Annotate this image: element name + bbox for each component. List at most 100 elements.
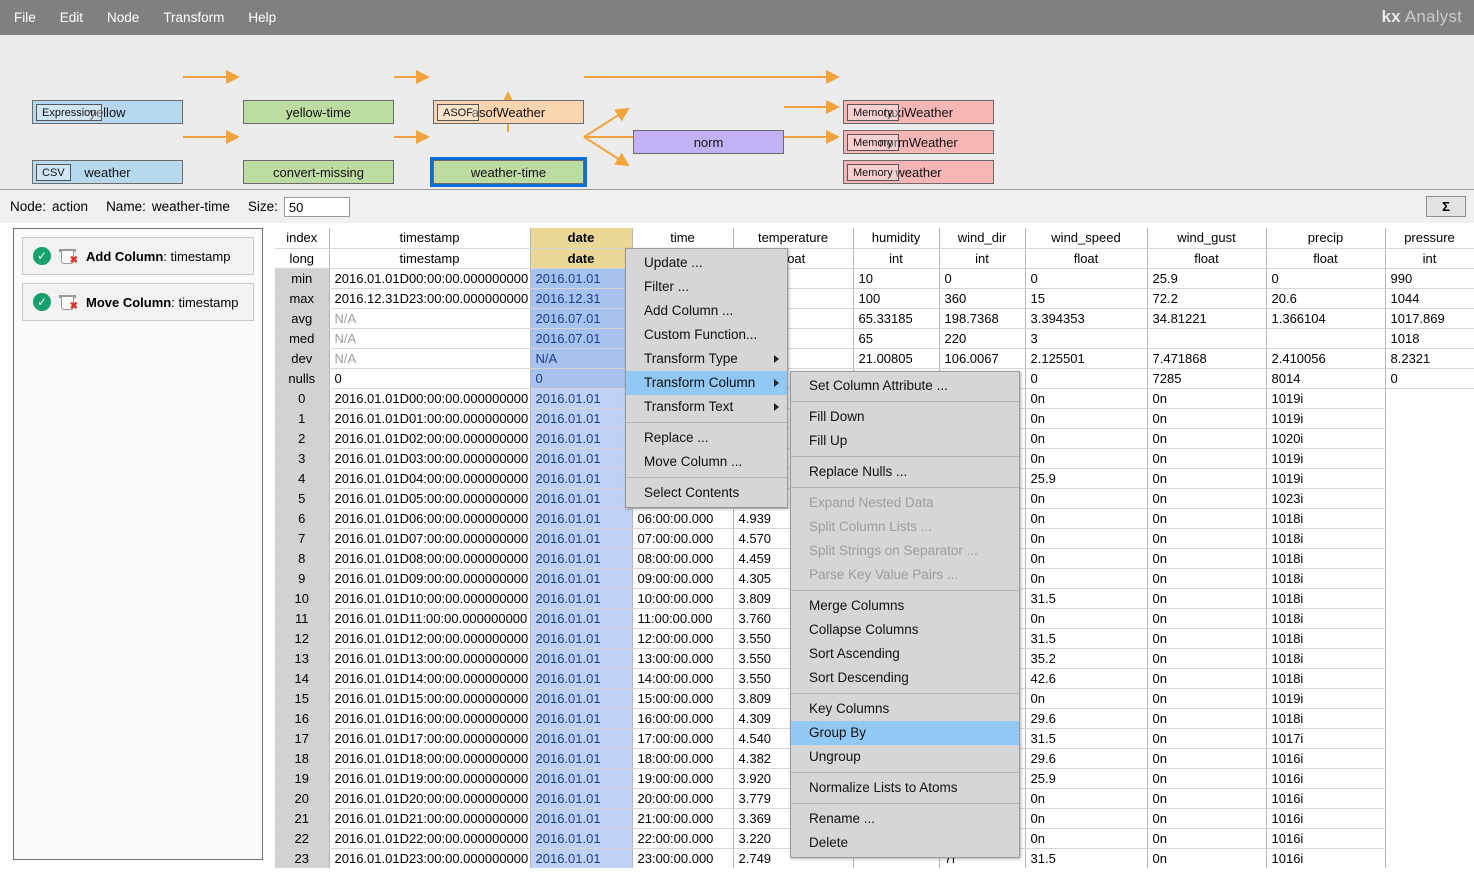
- submenu-item[interactable]: Key Columns: [791, 697, 1019, 721]
- cell-time: 21:00:00.000: [632, 808, 734, 829]
- submenu-item[interactable]: Collapse Columns: [791, 618, 1019, 642]
- column-context-menu[interactable]: Update ... Filter ... Add Column ... Custom…: [625, 248, 788, 508]
- menu-edit[interactable]: Edit: [50, 7, 93, 28]
- submenu-item[interactable]: Ungroup: [791, 745, 1019, 769]
- submenu-item[interactable]: Normalize Lists to Atoms: [791, 776, 1019, 800]
- menu-transform[interactable]: Transform: [153, 7, 234, 28]
- graph-node-convert-missing[interactable]: convert-missing: [243, 160, 394, 184]
- context-menu-item[interactable]: Move Column ...: [626, 450, 787, 474]
- column-header-temperature[interactable]: temperature: [733, 228, 854, 249]
- context-menu-item[interactable]: Filter ...: [626, 275, 787, 299]
- context-menu-item[interactable]: Add Column ...: [626, 299, 787, 323]
- summary-stats-button[interactable]: Σ: [1426, 196, 1466, 217]
- cell-precip: 1018i: [1266, 668, 1386, 689]
- cell-wind_speed: 29.6: [1025, 708, 1148, 729]
- column-header-pressure[interactable]: pressure: [1385, 228, 1474, 249]
- graph-node-weather[interactable]: CSV weather: [32, 160, 183, 184]
- column-header-date[interactable]: date: [530, 228, 633, 249]
- column-header-index[interactable]: index: [275, 228, 330, 249]
- graph-node-yellow[interactable]: Expression yellow: [32, 100, 183, 124]
- delete-action-icon[interactable]: ✖: [59, 293, 78, 312]
- graph-node-yellow-time[interactable]: yellow-time: [243, 100, 394, 124]
- graph-node-taxiWeather[interactable]: Memory taxiWeather: [843, 100, 994, 124]
- cell-wind_speed: 42.6: [1025, 668, 1148, 689]
- submenu-item[interactable]: Set Column Attribute ...: [791, 374, 1019, 398]
- submenu-item[interactable]: Merge Columns: [791, 594, 1019, 618]
- graph-node-normWeather[interactable]: Memory normWeather: [843, 130, 994, 154]
- cell-wind_speed: 0n: [1025, 548, 1148, 569]
- enabled-check-icon[interactable]: ✓: [33, 293, 51, 311]
- summary-cell-humidity: 65: [853, 328, 940, 349]
- menu-item-label: Sort Descending: [809, 670, 909, 685]
- cell-date: 2016.01.01: [530, 488, 633, 509]
- menu-item-label: Add Column ...: [644, 303, 734, 318]
- submenu-item[interactable]: Sort Descending: [791, 666, 1019, 690]
- cell-wind_speed: 29.6: [1025, 748, 1148, 769]
- menu-separator: [791, 693, 1019, 694]
- graph-node-label: norm: [693, 134, 724, 150]
- action-item[interactable]: ✓ ✖ Add Column: timestamp: [22, 237, 254, 275]
- cell-precip: 1019i: [1266, 688, 1386, 709]
- summary-cell-timestamp: 2016.12.31D23:00:00.000000000: [329, 288, 531, 309]
- cell-time: 14:00:00.000: [632, 668, 734, 689]
- submenu-item[interactable]: Group By: [791, 721, 1019, 745]
- column-header-wind_gust[interactable]: wind_gust: [1147, 228, 1267, 249]
- action-item[interactable]: ✓ ✖ Move Column: timestamp: [22, 283, 254, 321]
- graph-node-weather-time[interactable]: weather-time: [430, 157, 587, 187]
- column-header-wind_speed[interactable]: wind_speed: [1025, 228, 1148, 249]
- submenu-item[interactable]: Replace Nulls ...: [791, 460, 1019, 484]
- column-header-humidity[interactable]: humidity: [853, 228, 940, 249]
- pipeline-graph-canvas[interactable]: Expression yellow yellow-time ASOF asofWeath…: [0, 35, 1474, 214]
- graph-node-asofWeather[interactable]: ASOF asofWeather: [433, 100, 584, 124]
- enabled-check-icon[interactable]: ✓: [33, 247, 51, 265]
- context-menu-item[interactable]: Transform Column: [626, 371, 787, 395]
- action-kind: Move Column: [86, 294, 172, 310]
- node-name-label: Name:: [106, 199, 146, 214]
- context-menu-item[interactable]: Transform Text: [626, 395, 787, 419]
- menu-separator: [791, 487, 1019, 488]
- submenu-item[interactable]: Fill Up: [791, 429, 1019, 453]
- column-header-time[interactable]: time: [632, 228, 734, 249]
- submenu-item[interactable]: Fill Down: [791, 405, 1019, 429]
- menu-item-label: Delete: [809, 835, 849, 850]
- menu-help[interactable]: Help: [238, 7, 286, 28]
- graph-node-norm[interactable]: norm: [633, 130, 784, 154]
- app-window: FileEditNodeTransformHelp kx Analyst: [0, 0, 1474, 896]
- menu-item-label: Replace ...: [644, 430, 709, 445]
- submenu-item: Split Column Lists ...: [791, 515, 1019, 539]
- column-header-timestamp[interactable]: timestamp: [329, 228, 531, 249]
- cell-wind_gust: 0n: [1147, 408, 1267, 429]
- sample-size-input[interactable]: 50: [283, 196, 350, 217]
- menu-separator: [791, 456, 1019, 457]
- submenu-item[interactable]: Delete: [791, 831, 1019, 855]
- menu-item-label: Fill Up: [809, 433, 848, 448]
- cell-precip: 1019i: [1266, 468, 1386, 489]
- context-menu-item[interactable]: Replace ...: [626, 426, 787, 450]
- column-type-wind_gust: float: [1147, 248, 1267, 269]
- submenu-item[interactable]: Rename ...: [791, 807, 1019, 831]
- column-header-precip[interactable]: precip: [1266, 228, 1386, 249]
- menu-item-label: Normalize Lists to Atoms: [809, 780, 958, 795]
- transform-column-submenu[interactable]: Set Column Attribute ... Fill Down Fill Up…: [790, 371, 1020, 858]
- menu-node[interactable]: Node: [97, 7, 149, 28]
- graph-node-weatherMem[interactable]: Memory weather: [843, 160, 994, 184]
- cell-time: 12:00:00.000: [632, 628, 734, 649]
- brand-analyst: Analyst: [1404, 7, 1462, 26]
- column-header-wind_dir[interactable]: wind_dir: [939, 228, 1026, 249]
- row-index: 21: [275, 808, 330, 829]
- context-menu-item[interactable]: Update ...: [626, 251, 787, 275]
- context-menu-item[interactable]: Custom Function...: [626, 323, 787, 347]
- cell-wind_speed: 31.5: [1025, 848, 1148, 868]
- row-index: 10: [275, 588, 330, 609]
- cell-wind_gust: 0n: [1147, 608, 1267, 629]
- summary-cell-precip: 20.6: [1266, 288, 1386, 309]
- cell-time: 10:00:00.000: [632, 588, 734, 609]
- delete-action-icon[interactable]: ✖: [59, 247, 78, 266]
- cell-wind_speed: 0n: [1025, 448, 1148, 469]
- menu-file[interactable]: File: [4, 7, 46, 28]
- context-menu-item[interactable]: Select Contents: [626, 481, 787, 505]
- context-menu-item[interactable]: Transform Type: [626, 347, 787, 371]
- row-index: 23: [275, 848, 330, 868]
- submenu-item[interactable]: Sort Ascending: [791, 642, 1019, 666]
- cell-precip: 1018i: [1266, 628, 1386, 649]
